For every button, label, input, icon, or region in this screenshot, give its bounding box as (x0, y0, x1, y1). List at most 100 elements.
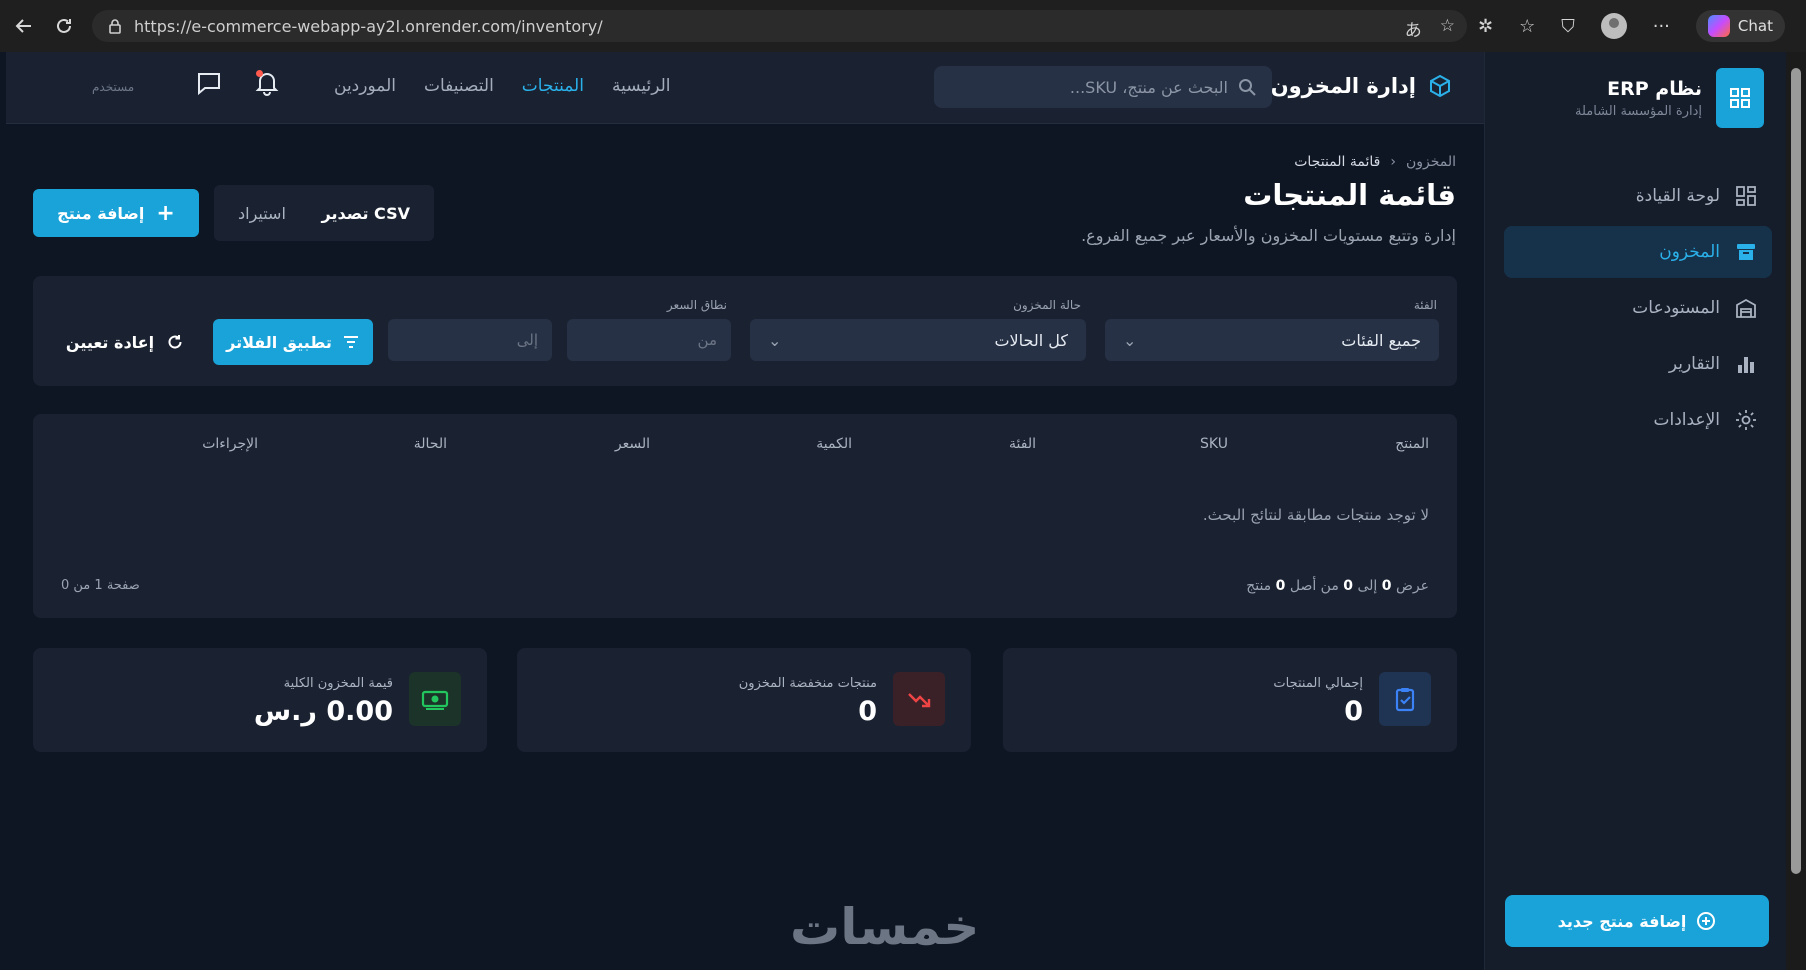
gear-icon (1734, 408, 1758, 432)
brand-title: نظام ERP (1607, 77, 1702, 100)
sidebar-item-label: لوحة القيادة (1635, 186, 1720, 206)
chevron-down-icon: ⌄ (768, 330, 782, 350)
nav-home[interactable]: الرئيسية (612, 76, 671, 96)
search-input[interactable] (968, 77, 1228, 97)
profile-avatar[interactable] (1600, 13, 1627, 39)
column-header-product[interactable]: المنتج (1395, 436, 1429, 452)
notification-dot (256, 70, 263, 77)
stat-value: 0 (858, 696, 877, 727)
column-header-sku[interactable]: SKU (1200, 436, 1228, 452)
category-label: الفئة (1413, 298, 1437, 312)
column-header-category[interactable]: الفئة (1009, 436, 1036, 452)
page-description: إدارة وتتبع مستويات المخزون والأسعار عبر… (1081, 226, 1456, 245)
sidebar-item-warehouses[interactable]: المستودعات (1504, 282, 1772, 334)
browser-shield-icon[interactable]: ⛉ (1561, 16, 1575, 37)
apply-filters-button[interactable]: تطبيق الفلاتر (213, 319, 373, 365)
sidebar-nav: لوحة القيادة المخزون المستودعات التقارير… (1484, 170, 1786, 450)
archive-icon (1734, 240, 1758, 264)
dashboard-icon (1734, 184, 1758, 208)
nav-categories[interactable]: التصنيفات (424, 76, 494, 96)
products-table: المنتج SKU الفئة الكمية السعر الحالة الإ… (33, 414, 1457, 618)
more-menu-icon[interactable]: ··· (1653, 16, 1670, 37)
user-label[interactable]: مستخدم (92, 80, 134, 94)
sidebar-item-label: المستودعات (1632, 298, 1720, 318)
column-header-actions: الإجراءات (202, 436, 258, 452)
breadcrumb-inventory[interactable]: المخزون (1406, 154, 1456, 170)
brand-subtitle: إدارة المؤسسة الشاملة (1575, 103, 1702, 119)
nav-suppliers[interactable]: الموردين (334, 76, 396, 96)
sidebar-item-reports[interactable]: التقارير (1504, 338, 1772, 390)
stat-label: قيمة المخزون الكلية (283, 676, 393, 691)
scroll-thumb[interactable] (1791, 68, 1801, 874)
cube-icon (1430, 74, 1450, 98)
import-export-group: استيراد تصدير CSV (214, 185, 434, 241)
copilot-logo-icon (1707, 15, 1730, 37)
add-new-product-button[interactable]: إضافة منتج جديد (1505, 895, 1769, 947)
stat-label: منتجات منخفضة المخزون (738, 676, 877, 691)
stat-label: إجمالي المنتجات (1273, 676, 1363, 691)
site-info-icon[interactable] (106, 17, 124, 35)
copilot-chat-button[interactable]: Chat (1695, 10, 1785, 42)
address-bar[interactable]: https://e-commerce-webapp-ay2l.onrender.… (92, 10, 1467, 42)
sidebar-item-label: المخزون (1659, 242, 1720, 262)
page-scrollbar[interactable] (1786, 52, 1806, 970)
add-new-product-label: إضافة منتج جديد (1557, 911, 1687, 931)
summary-suffix: منتج (1246, 578, 1272, 594)
url-text[interactable]: https://e-commerce-webapp-ay2l.onrender.… (134, 17, 603, 36)
page-title: قائمة المنتجات (1243, 178, 1456, 212)
column-header-status[interactable]: الحالة (414, 436, 447, 452)
favorites-icon[interactable]: ☆ (1519, 16, 1535, 37)
summary-prefix: عرض (1395, 578, 1429, 594)
import-button[interactable]: استيراد (238, 204, 286, 223)
price-from-input[interactable] (581, 331, 717, 349)
reload-icon[interactable] (44, 6, 84, 46)
sidebar-item-settings[interactable]: الإعدادات (1504, 394, 1772, 446)
column-header-quantity[interactable]: الكمية (816, 436, 852, 452)
category-select[interactable]: ⌄ جميع الفئات (1105, 319, 1439, 361)
sidebar: نظام ERP إدارة المؤسسة الشاملة لوحة القي… (1484, 52, 1786, 970)
sidebar-item-dashboard[interactable]: لوحة القيادة (1504, 170, 1772, 222)
export-csv-button[interactable]: تصدير CSV (322, 204, 411, 223)
cash-icon (409, 672, 461, 726)
reset-filters-label: إعادة تعيين (65, 332, 155, 352)
price-range-label: نطاق السعر (666, 298, 727, 312)
status-value: كل الحالات (994, 330, 1068, 350)
header-title-text: إدارة المخزون (1270, 74, 1416, 98)
warehouse-icon (1734, 296, 1758, 320)
extensions-icon[interactable]: ✲ (1478, 16, 1493, 37)
summary-to-word: إلى (1357, 578, 1378, 594)
header-title: إدارة المخزون (1271, 74, 1452, 98)
sidebar-item-inventory[interactable]: المخزون (1504, 226, 1772, 278)
notifications-icon[interactable] (254, 70, 280, 100)
search-icon (1239, 79, 1256, 96)
search-box[interactable] (934, 66, 1272, 108)
sidebar-item-label: الإعدادات (1653, 410, 1720, 430)
price-to-input[interactable] (402, 331, 538, 349)
filters-panel: الفئة ⌄ جميع الفئات حالة المخزون ⌄ كل ال… (33, 276, 1457, 386)
add-product-button[interactable]: إضافة منتج + (33, 189, 199, 237)
sidebar-item-label: التقارير (1668, 354, 1720, 374)
stat-value: 0.00 ر.س (253, 696, 393, 727)
stock-status-select[interactable]: ⌄ كل الحالات (750, 319, 1086, 361)
back-icon[interactable] (4, 6, 44, 46)
reset-filters-button[interactable]: إعادة تعيين (65, 319, 185, 365)
column-header-price[interactable]: السعر (615, 436, 650, 452)
favorite-star-icon[interactable]: ☆ (1440, 16, 1455, 41)
stock-status-label: حالة المخزون (1013, 298, 1081, 312)
messages-icon[interactable] (196, 70, 222, 100)
top-header: إدارة المخزون الرئيسية المنتجات التصنيفا… (6, 52, 1484, 124)
chevron-left-icon: ‹ (1390, 154, 1396, 170)
nav-products[interactable]: المنتجات (522, 76, 584, 96)
translate-icon[interactable]: あ (1405, 16, 1422, 41)
main-content: المخزون ‹ قائمة المنتجات قائمة المنتجات … (6, 124, 1484, 970)
price-to-field[interactable] (388, 319, 552, 361)
summary-total: 0 (1275, 578, 1286, 594)
price-from-field[interactable] (567, 319, 731, 361)
plus-circle-icon (1697, 912, 1716, 930)
clipboard-check-icon (1379, 672, 1431, 726)
apply-filters-label: تطبيق الفلاتر (226, 332, 332, 352)
top-nav: الرئيسية المنتجات التصنيفات الموردين (334, 76, 671, 96)
stat-value: 0 (1344, 696, 1363, 727)
stat-card-inventory-value: قيمة المخزون الكلية 0.00 ر.س (33, 648, 487, 752)
summary-to: 0 (1343, 578, 1354, 594)
